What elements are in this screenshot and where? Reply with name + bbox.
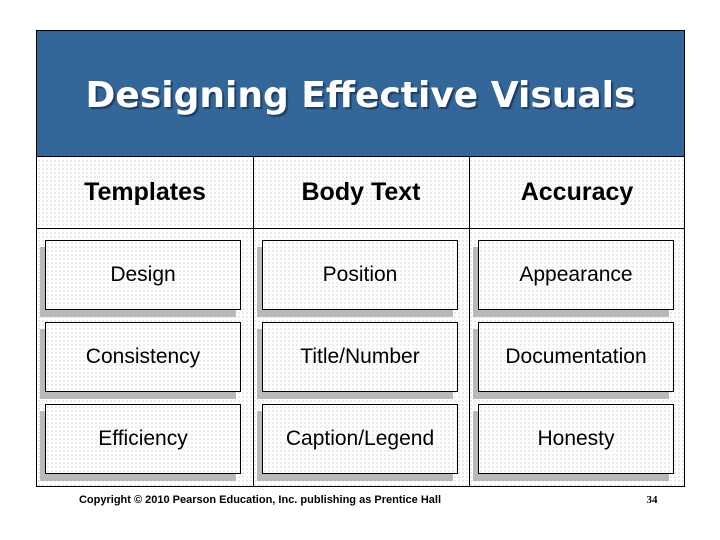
column-header-accuracy: Accuracy xyxy=(520,178,634,206)
item-box-honesty: Honesty xyxy=(478,404,674,474)
footer-copyright: Copyright © 2010 Pearson Education, Inc.… xyxy=(78,494,442,506)
slide-frame: Designing Effective Visuals Templates Bo… xyxy=(36,30,685,487)
item-box-design: Design xyxy=(45,240,241,310)
item-box-documentation: Documentation xyxy=(478,322,674,392)
page-number: 34 xyxy=(646,494,658,506)
item-box-title-number: Title/Number xyxy=(262,322,458,392)
header-divider xyxy=(37,228,684,229)
slide-title: Designing Effective Visuals xyxy=(85,75,636,116)
item-box-caption-legend: Caption/Legend xyxy=(262,404,458,474)
column-header-body-text: Body Text xyxy=(301,178,421,206)
title-bar: Designing Effective Visuals xyxy=(37,31,684,157)
item-box-consistency: Consistency xyxy=(45,322,241,392)
column-header-templates: Templates xyxy=(84,178,206,206)
item-box-efficiency: Efficiency xyxy=(45,404,241,474)
item-box-appearance: Appearance xyxy=(478,240,674,310)
item-box-position: Position xyxy=(262,240,458,310)
